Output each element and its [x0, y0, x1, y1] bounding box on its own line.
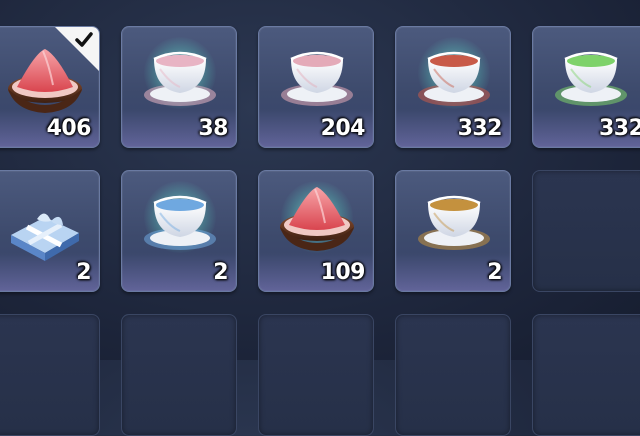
item-quantity: 204	[320, 116, 366, 141]
pink-teacup-icon	[140, 39, 220, 109]
item-quantity: 406	[46, 116, 92, 141]
inventory-slot-brown-tea-2[interactable]: 2	[395, 170, 511, 292]
item-quantity: 109	[320, 260, 366, 285]
brown-tea-icon	[414, 183, 494, 253]
blue-teacup-icon	[140, 183, 220, 253]
green-tea-icon	[551, 39, 631, 109]
inventory-slot-green-tea-332[interactable]: 332	[532, 26, 640, 148]
inventory-slot-gift-box-2[interactable]: 2	[0, 170, 100, 292]
inventory-slot-empty[interactable]	[395, 314, 511, 436]
salt-bowl-icon	[277, 183, 357, 253]
item-quantity: 2	[76, 260, 91, 285]
pink-teacup-icon	[277, 39, 357, 109]
checkmark-icon	[75, 32, 93, 47]
red-tea-icon	[414, 39, 494, 109]
inventory-slot-empty[interactable]	[532, 314, 640, 436]
item-quantity: 38	[198, 116, 228, 141]
inventory-slot-empty[interactable]	[258, 314, 374, 436]
inventory-slot-blue-teacup-2[interactable]: 2	[121, 170, 237, 292]
inventory-slot-empty[interactable]	[121, 314, 237, 436]
item-quantity: 332	[457, 116, 503, 141]
item-quantity: 2	[487, 260, 502, 285]
inventory-slot-salt-109[interactable]: 109	[258, 170, 374, 292]
item-quantity: 2	[213, 260, 228, 285]
inventory-slot-salt-406[interactable]: 406	[0, 26, 100, 148]
inventory-slot-empty[interactable]	[532, 170, 640, 292]
inventory-slot-teacup-204[interactable]: 204	[258, 26, 374, 148]
inventory-slot-empty[interactable]	[0, 314, 100, 436]
blue-gift-box-icon	[11, 213, 79, 261]
item-quantity: 332	[599, 116, 640, 141]
inventory-slot-teacup-38[interactable]: 38	[121, 26, 237, 148]
inventory-slot-red-tea-332[interactable]: 332	[395, 26, 511, 148]
